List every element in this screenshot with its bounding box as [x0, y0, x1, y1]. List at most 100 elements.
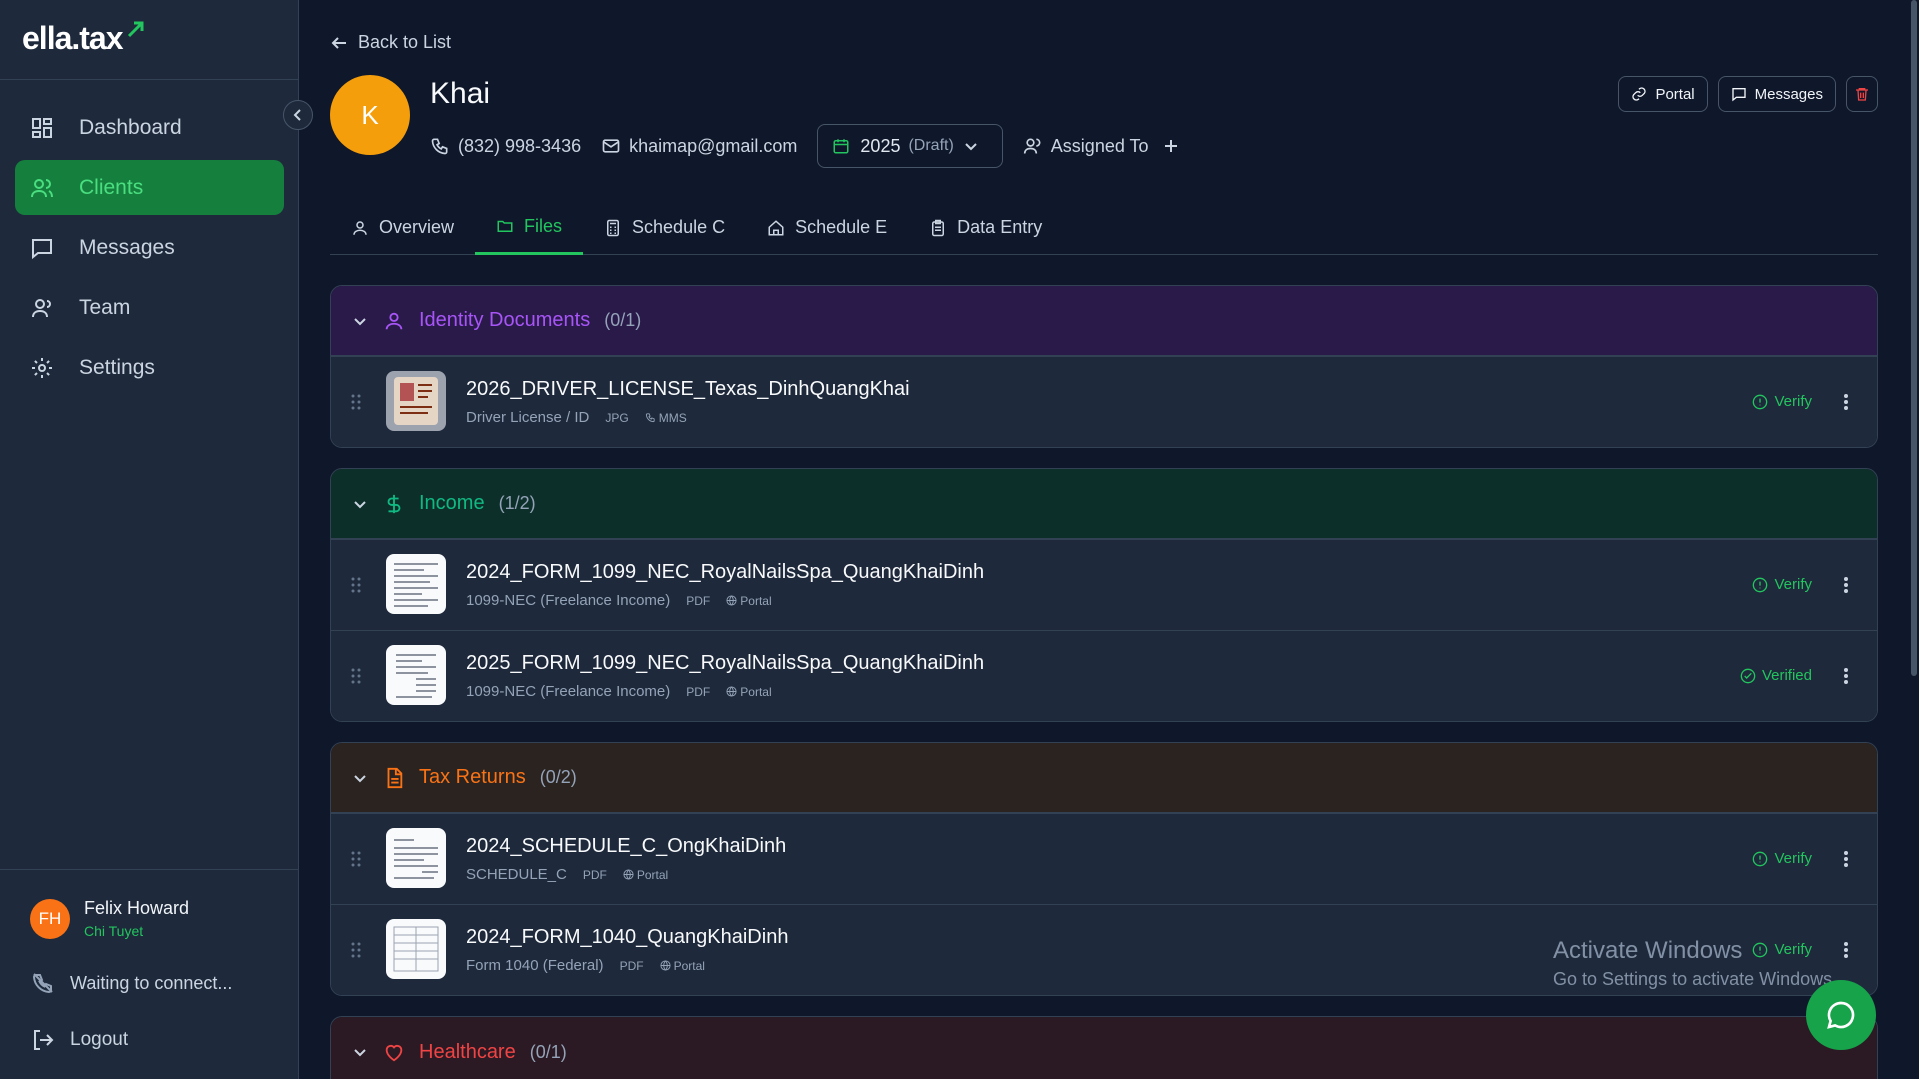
tab-overview[interactable]: Overview — [330, 200, 475, 255]
drag-handle-icon[interactable] — [351, 941, 361, 959]
back-label: Back to List — [358, 32, 452, 52]
sidebar: ella.tax Dashboard Clients Messages Team… — [0, 0, 299, 1079]
client-info-row: (832) 998-3436 khaimap@gmail.com 2025 (D… — [430, 124, 1207, 168]
user-icon — [383, 310, 405, 332]
back-to-list-link[interactable]: Back to List — [330, 32, 451, 53]
drag-handle-icon[interactable] — [351, 393, 361, 411]
watermark-line-2: Go to Settings to activate Windows. — [1553, 969, 1838, 989]
drag-handle-icon[interactable] — [351, 850, 361, 868]
more-vertical-icon[interactable] — [1843, 850, 1849, 868]
verified-badge[interactable]: Verified — [1740, 667, 1812, 684]
file-source: MMS — [645, 411, 687, 425]
tax-year-select[interactable]: 2025 (Draft) — [817, 124, 1003, 168]
scrollbar-thumb[interactable] — [1911, 0, 1917, 676]
chevron-down-icon[interactable] — [353, 1045, 367, 1059]
watermark-line-1: Activate Windows — [1553, 937, 1743, 964]
sidebar-item-messages[interactable]: Messages — [15, 220, 284, 275]
trash-icon — [1856, 88, 1868, 101]
file-thumbnail[interactable] — [386, 554, 446, 614]
file-source: Portal — [726, 594, 772, 608]
section-header[interactable]: Healthcare (0/1) — [331, 1017, 1877, 1079]
client-name: Khai — [430, 77, 491, 110]
file-row[interactable]: 2026_DRIVER_LICENSE_Texas_DinhQuangKhai … — [331, 356, 1877, 447]
tab-schedule-c[interactable]: Schedule C — [583, 200, 746, 255]
sidebar-item-settings[interactable]: Settings — [15, 340, 284, 395]
section-header[interactable]: Identity Documents (0/1) — [331, 286, 1877, 356]
file-thumbnail[interactable] — [386, 919, 446, 979]
more-vertical-icon[interactable] — [1843, 667, 1849, 685]
sidebar-item-dashboard[interactable]: Dashboard — [15, 100, 284, 155]
file-name: 2024_FORM_1099_NEC_RoyalNailsSpa_QuangKh… — [466, 561, 985, 583]
section-title: Tax Returns — [419, 766, 526, 788]
messages-label: Messages — [1754, 85, 1823, 103]
file-thumbnail[interactable] — [386, 828, 446, 888]
plus-icon[interactable] — [1163, 138, 1179, 154]
client-avatar: K — [330, 75, 410, 155]
users-icon — [29, 175, 55, 201]
tab-label: Schedule E — [795, 217, 888, 237]
file-row[interactable]: 2025_FORM_1099_NEC_RoyalNailsSpa_QuangKh… — [331, 630, 1877, 721]
section-income: Income (1/2) 2024_FORM_1099_NEC_RoyalNai… — [330, 468, 1878, 722]
file-type: 1099-NEC (Freelance Income) — [466, 592, 671, 609]
section-header[interactable]: Income (1/2) — [331, 469, 1877, 539]
more-vertical-icon[interactable] — [1843, 941, 1849, 959]
sidebar-item-clients[interactable]: Clients — [15, 160, 284, 215]
drag-handle-icon[interactable] — [351, 667, 361, 685]
file-meta: SCHEDULE_C PDF Portal — [466, 866, 668, 883]
chevron-down-icon[interactable] — [353, 314, 367, 328]
assigned-to[interactable]: Assigned To — [1023, 136, 1187, 157]
verify-button[interactable]: Verify — [1752, 576, 1812, 593]
mail-icon — [602, 139, 620, 153]
portal-button[interactable]: Portal — [1618, 76, 1708, 112]
status-label: Verify — [1774, 576, 1812, 593]
chevron-down-icon[interactable] — [353, 497, 367, 511]
sidebar-collapse-button[interactable] — [283, 100, 313, 130]
verify-button[interactable]: Verify — [1752, 393, 1812, 410]
file-meta: 1099-NEC (Freelance Income) PDF Portal — [466, 683, 772, 700]
user-subtitle: Chi Tuyet — [84, 923, 144, 939]
tab-label: Overview — [379, 217, 455, 237]
section-healthcare: Healthcare (0/1) — [330, 1016, 1878, 1079]
chevron-down-icon[interactable] — [353, 771, 367, 785]
file-extension: PDF — [582, 867, 607, 882]
link-icon — [1632, 87, 1647, 101]
delete-button[interactable] — [1846, 76, 1878, 112]
chevron-left-icon — [293, 109, 301, 121]
file-name: 2025_FORM_1099_NEC_RoyalNailsSpa_QuangKh… — [466, 652, 985, 674]
file-thumbnail[interactable] — [386, 645, 446, 705]
more-vertical-icon[interactable] — [1843, 393, 1849, 411]
assigned-label: Assigned To — [1050, 135, 1149, 156]
section-count: (1/2) — [498, 493, 536, 513]
verify-button[interactable]: Verify — [1752, 850, 1812, 867]
file-thumbnail[interactable] — [386, 371, 446, 431]
client-email[interactable]: khaimap@gmail.com — [601, 136, 797, 157]
user-profile[interactable]: FH Felix Howard Chi Tuyet — [30, 898, 189, 939]
phone-text: (832) 998-3436 — [458, 135, 582, 156]
file-meta: Driver License / ID JPG MMS — [466, 409, 687, 426]
phone-off-icon — [30, 970, 56, 996]
section-identity-documents: Identity Documents (0/1) 2026_DRIVER_LIC… — [330, 285, 1878, 448]
windows-activation-watermark: Activate Windows Go to Settings to activ… — [1553, 937, 1837, 990]
logout-button[interactable]: Logout — [30, 1027, 128, 1053]
sidebar-divider — [0, 869, 299, 870]
more-vertical-icon[interactable] — [1843, 576, 1849, 594]
file-row[interactable]: 2024_FORM_1099_NEC_RoyalNailsSpa_QuangKh… — [331, 539, 1877, 630]
messages-button[interactable]: Messages — [1717, 76, 1836, 112]
page-scrollbar[interactable] — [1909, 0, 1919, 1079]
file-source: Portal — [623, 868, 668, 882]
app-logo[interactable]: ella.tax — [22, 20, 147, 57]
client-phone[interactable]: (832) 998-3436 — [430, 136, 581, 157]
drag-handle-icon[interactable] — [351, 576, 361, 594]
sidebar-item-team[interactable]: Team — [15, 280, 284, 335]
message-icon — [1731, 88, 1746, 102]
tab-schedule-e[interactable]: Schedule E — [746, 200, 908, 255]
chat-bubble-icon — [1827, 1001, 1855, 1029]
chat-button[interactable] — [1806, 980, 1876, 1050]
file-type: Form 1040 (Federal) — [466, 957, 604, 974]
tab-files[interactable]: Files — [475, 200, 584, 255]
connection-status[interactable]: Waiting to connect... — [30, 970, 232, 996]
tab-data-entry[interactable]: Data Entry — [908, 200, 1063, 255]
file-row[interactable]: 2024_SCHEDULE_C_OngKhaiDinh SCHEDULE_C P… — [331, 813, 1877, 904]
phone-icon — [431, 138, 448, 155]
section-header[interactable]: Tax Returns (0/2) — [331, 743, 1877, 813]
